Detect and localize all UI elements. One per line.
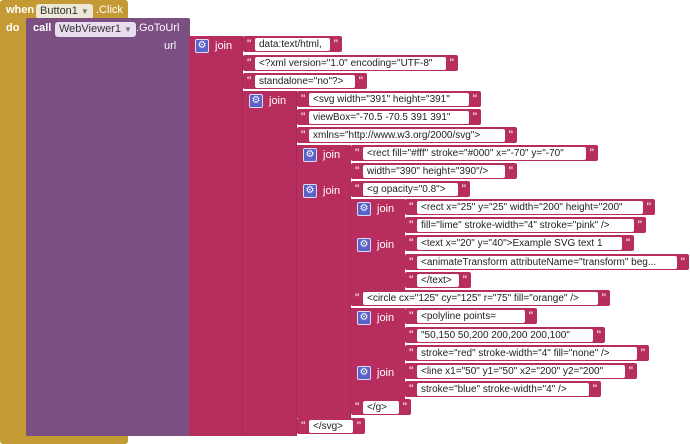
gear-icon[interactable]: ⚙ (195, 39, 209, 53)
text-value[interactable]: <polyline points= (417, 310, 525, 323)
webviewer-dropdown[interactable]: WebViewer1 ▼ (55, 19, 136, 37)
call-keyword: call (33, 22, 52, 34)
gear-icon[interactable]: ⚙ (357, 238, 371, 252)
text-value[interactable]: </svg> (309, 420, 353, 433)
text-value[interactable]: <line x1="50" y1="50" x2="200" y2="200" (417, 365, 625, 378)
join-label: join (377, 239, 395, 251)
gear-icon[interactable]: ⚙ (357, 311, 371, 325)
text-value[interactable]: </text> (417, 274, 459, 287)
text-value[interactable]: width="390" height="390"/> (363, 165, 505, 178)
text-block[interactable]: " stroke="blue" stroke-width="4" /> " (405, 381, 601, 397)
text-value[interactable]: fill="lime" stroke-width="4" stroke="pin… (417, 219, 634, 232)
text-block[interactable]: " <rect fill="#fff" stroke="#000" x="-70"… (351, 145, 598, 161)
text-value[interactable]: <circle cx="125" cy="125" r="75" fill="o… (363, 292, 598, 305)
text-block[interactable]: " <rect x="25" y="25" width="200" height=… (405, 199, 655, 215)
join-svg[interactable] (243, 91, 297, 436)
url-param-label: url (164, 40, 177, 52)
join-label: join (377, 367, 395, 379)
text-block[interactable]: " <line x1="50" y1="50" x2="200" y2="200"… (405, 363, 637, 379)
text-block[interactable]: " standalone="no"?> " (243, 73, 367, 89)
when-keyword: when (6, 4, 35, 16)
chevron-down-icon: ▼ (123, 25, 132, 34)
text-block[interactable]: " <animateTransform attributeName="transf… (405, 254, 689, 270)
text-value[interactable]: standalone="no"?> (255, 75, 355, 88)
text-value[interactable]: <?xml version="1.0" encoding="UTF-8" (255, 57, 446, 70)
join-label: join (377, 203, 395, 215)
text-block[interactable]: " viewBox="-70.5 -70.5 391 391" " (297, 109, 481, 125)
text-block[interactable]: " width="390" height="390"/> " (351, 163, 517, 179)
join-label: join (377, 312, 395, 324)
text-block[interactable]: " fill="lime" stroke-width="4" stroke="pi… (405, 217, 646, 233)
gear-icon[interactable]: ⚙ (249, 94, 263, 108)
gear-icon[interactable]: ⚙ (303, 148, 317, 162)
text-block[interactable]: " </g> " (351, 399, 411, 415)
text-block[interactable]: " "50,150 50,200 200,200 200,100" " (405, 327, 605, 343)
text-block[interactable]: " <circle cx="125" cy="125" r="75" fill="… (351, 290, 610, 306)
text-block[interactable]: " </text> " (405, 272, 471, 288)
text-block[interactable]: " stroke="red" stroke-width="4" fill="non… (405, 345, 649, 361)
text-block[interactable]: " </svg> " (297, 418, 365, 434)
text-value[interactable]: xmlns="http://www.w3.org/2000/svg"> (309, 129, 505, 142)
text-value[interactable]: <rect fill="#fff" stroke="#000" x="-70" … (363, 147, 586, 160)
gear-icon[interactable]: ⚙ (357, 202, 371, 216)
gear-icon[interactable]: ⚙ (357, 366, 371, 380)
text-value[interactable]: <animateTransform attributeName="transfo… (417, 256, 677, 269)
text-block[interactable]: " <?xml version="1.0" encoding="UTF-8" " (243, 55, 458, 71)
text-block[interactable]: " data:text/html, " (243, 36, 342, 52)
join-group[interactable] (297, 181, 351, 418)
join-outer[interactable] (189, 36, 243, 436)
text-block[interactable]: " <text x="20" y="40">Example SVG text 1 " (405, 235, 634, 251)
do-keyword: do (6, 22, 20, 34)
text-value[interactable]: data:text/html, (255, 38, 330, 51)
component-dropdown[interactable]: Button1 ▼ (36, 1, 93, 19)
text-value[interactable]: "50,150 50,200 200,200 200,100" (417, 329, 593, 342)
join-label: join (215, 40, 233, 52)
text-value[interactable]: <svg width="391" height="391" (309, 93, 469, 106)
text-value[interactable]: stroke="red" stroke-width="4" fill="none… (417, 347, 637, 360)
chevron-down-icon: ▼ (80, 7, 89, 16)
text-block[interactable]: " xmlns="http://www.w3.org/2000/svg"> " (297, 127, 517, 143)
webviewer-name: WebViewer1 (59, 23, 121, 35)
text-block[interactable]: " <polyline points= " (405, 308, 537, 324)
text-value[interactable]: </g> (363, 401, 399, 414)
component-name: Button1 (40, 5, 78, 17)
join-label: join (269, 95, 287, 107)
text-value[interactable]: viewBox="-70.5 -70.5 391 391" (309, 111, 469, 124)
text-value[interactable]: stroke="blue" stroke-width="4" /> (417, 383, 589, 396)
text-block[interactable]: " <svg width="391" height="391" " (297, 91, 481, 107)
gear-icon[interactable]: ⚙ (303, 184, 317, 198)
join-label: join (323, 185, 341, 197)
event-name: .Click (96, 4, 123, 16)
join-label: join (323, 149, 341, 161)
call-block[interactable] (26, 18, 190, 436)
text-block[interactable]: " <g opacity="0.8"> " (351, 181, 470, 197)
method-name: .GoToUrl (136, 22, 180, 34)
text-value[interactable]: <g opacity="0.8"> (363, 183, 458, 196)
text-value[interactable]: <text x="20" y="40">Example SVG text 1 (417, 237, 622, 250)
text-value[interactable]: <rect x="25" y="25" width="200" height="… (417, 201, 643, 214)
